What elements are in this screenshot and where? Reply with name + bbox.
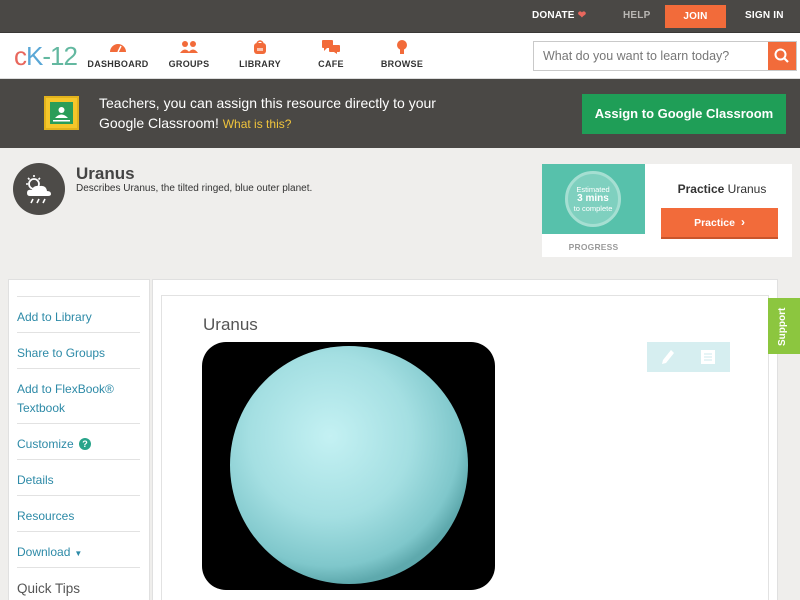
- support-tab[interactable]: Support: [768, 298, 800, 354]
- weather-cloud-sun-icon: [13, 163, 65, 215]
- ck12-logo[interactable]: cK-12: [14, 41, 78, 72]
- heart-icon: ❤: [577, 10, 587, 21]
- customize-label: Customize: [17, 437, 74, 451]
- caret-down-icon: ▼: [74, 549, 83, 558]
- sidebar-item-share-to-groups[interactable]: Share to Groups: [17, 332, 140, 363]
- logo-c: c: [14, 41, 27, 71]
- logo-k: K: [26, 41, 43, 71]
- sidebar-item-add-to-library[interactable]: Add to Library: [17, 296, 140, 327]
- main-header: cK-12 DASHBOARD GROUPS LIBRARY CAFE BROW…: [0, 33, 800, 79]
- help-link[interactable]: HELP: [623, 0, 650, 32]
- nav-groups[interactable]: GROUPS: [154, 39, 224, 69]
- content-title: Uranus: [203, 315, 258, 334]
- progress-label: PROGRESS: [568, 242, 619, 252]
- progress-graphic: Estimated 3 mins to complete: [542, 164, 645, 234]
- library-backpack-icon: [254, 40, 266, 54]
- join-button[interactable]: JOIN: [665, 5, 726, 28]
- practice-card: Estimated 3 mins to complete PROGRESS Pr…: [542, 164, 792, 257]
- nav-browse-label: BROWSE: [380, 59, 424, 69]
- nav-groups-label: GROUPS: [168, 59, 210, 69]
- google-classroom-icon: [44, 96, 79, 130]
- banner-message: Teachers, you can assign this resource d…: [99, 93, 459, 134]
- assign-google-classroom-button[interactable]: Assign to Google Classroom: [582, 94, 786, 134]
- donate-link[interactable]: DONATE ❤: [532, 0, 586, 32]
- concept-title: Uranus: [76, 164, 135, 183]
- top-bar: DONATE ❤ HELP JOIN SIGN IN: [0, 0, 800, 33]
- groups-people-icon: [180, 41, 198, 53]
- nav-browse[interactable]: BROWSE: [367, 39, 437, 69]
- sidebar-item-download[interactable]: Download ▼: [17, 531, 140, 563]
- chevron-right-icon: ›: [740, 215, 745, 229]
- practice-button[interactable]: Practice ›: [661, 208, 778, 239]
- nav-dashboard[interactable]: DASHBOARD: [83, 39, 153, 69]
- donate-label: DONATE: [532, 10, 575, 21]
- uranus-image: [202, 342, 495, 590]
- practice-title: Practice Uranus: [660, 182, 784, 196]
- estimated-suffix: to complete: [573, 204, 613, 213]
- nav-cafe-label: CAFE: [318, 59, 344, 69]
- sidebar-quick-tips[interactable]: Quick Tips: [17, 567, 140, 598]
- browse-lightbulb-icon: [397, 40, 407, 54]
- sidebar-item-customize[interactable]: Customize ?: [17, 423, 140, 454]
- cafe-chat-bubbles-icon: [322, 40, 340, 54]
- notes-icon[interactable]: [701, 350, 715, 364]
- nav-dashboard-label: DASHBOARD: [87, 59, 149, 69]
- sidebar-item-add-to-flexbook[interactable]: Add to FlexBook® Textbook: [17, 368, 140, 418]
- practice-title-bold: Practice: [677, 182, 725, 196]
- search-icon: [774, 48, 789, 63]
- nav-library[interactable]: LIBRARY: [225, 39, 295, 69]
- support-label: Support: [777, 307, 788, 346]
- pencil-icon[interactable]: [661, 349, 675, 365]
- logo-12: -12: [42, 41, 78, 71]
- content-tools: [647, 342, 730, 372]
- google-classroom-banner: Teachers, you can assign this resource d…: [0, 79, 800, 148]
- download-label: Download: [17, 545, 71, 559]
- search-box: [533, 41, 797, 71]
- left-sidebar: Add to Library Share to Groups Add to Fl…: [8, 279, 150, 600]
- search-input[interactable]: [534, 42, 768, 70]
- nav-library-label: LIBRARY: [239, 59, 281, 69]
- practice-button-label: Practice: [694, 217, 735, 229]
- practice-title-topic: Uranus: [727, 182, 767, 196]
- concept-description: Describes Uranus, the tilted ringed, blu…: [76, 183, 313, 194]
- what-is-this-link[interactable]: What is this?: [223, 117, 292, 131]
- nav-cafe[interactable]: CAFE: [296, 39, 366, 69]
- search-button[interactable]: [768, 42, 796, 70]
- estimated-time-badge: Estimated 3 mins to complete: [565, 171, 621, 227]
- dashboard-gauge-icon: [110, 44, 126, 53]
- sidebar-item-resources[interactable]: Resources: [17, 495, 140, 526]
- estimated-minutes: 3 mins: [577, 193, 609, 204]
- help-question-icon[interactable]: ?: [79, 438, 92, 450]
- sidebar-item-details[interactable]: Details: [17, 459, 140, 490]
- sign-in-link[interactable]: SIGN IN: [745, 0, 784, 32]
